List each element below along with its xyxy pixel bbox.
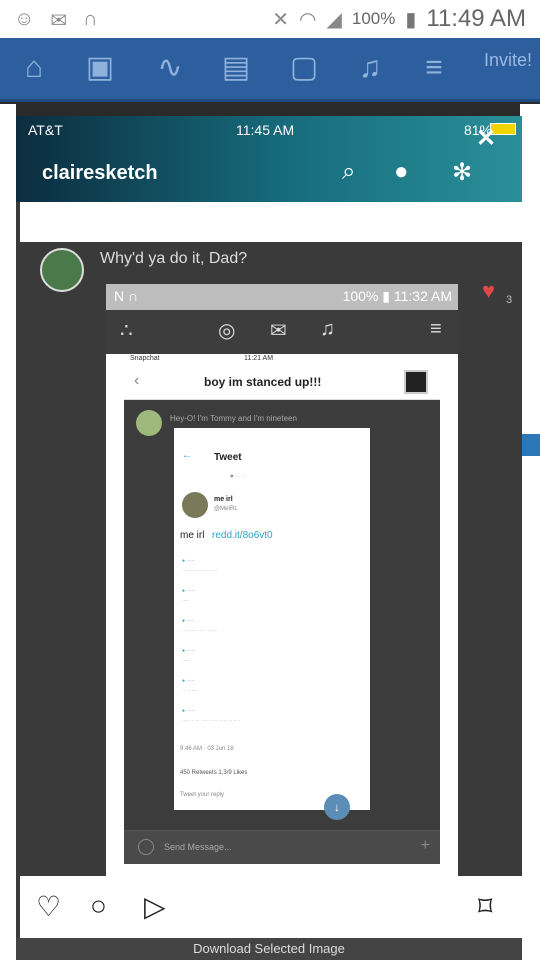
share-icon: ∴ (120, 320, 133, 342)
snapchat-screenshot: Snapchat 11:21 AM ‹ boy im stanced up!!!… (124, 354, 440, 864)
heart-icon: ♥ (482, 278, 496, 303)
battery-percent: 100% (351, 9, 396, 28)
download-selected-button[interactable]: Download Selected Image (16, 938, 522, 960)
status-bar: ☺ ✉ ∩ ✕ ◠ ◢ 100% ▮ 11:49 AM (0, 0, 540, 38)
post-action-bar: ♡ ○ ▷ ⌑ (20, 876, 522, 938)
app-nav-bar: ⌂ ▣ ∿ ▤ ▢ ♫ ≡ Invite! (0, 38, 540, 102)
bookmark-icon[interactable]: ⌑ (478, 890, 492, 923)
nested-battery: 100% (342, 288, 379, 304)
reply-line: ● ····· (182, 588, 195, 594)
reply-line: ● ····· (182, 678, 195, 684)
palette-icon: ● (394, 158, 409, 185)
emoji-icon (138, 839, 154, 855)
send-message-field: Send Message... (164, 842, 232, 852)
battery-icon: ▮ (405, 8, 417, 31)
share-icon[interactable]: ▷ (144, 890, 166, 923)
reply-field: Tweet your reply (180, 792, 225, 798)
popup-clock: 11:45 AM (236, 122, 295, 138)
tweet-timestamp: 9:46 AM · 03 Jun 18 (180, 746, 234, 752)
clock: 11:49 AM (426, 5, 526, 32)
notification-icon: ☺ (14, 8, 35, 30)
tweet-header: Tweet (214, 452, 242, 463)
close-icon[interactable]: ✕ (476, 124, 496, 153)
previous-post-strip (20, 202, 522, 242)
mail-icon: ✉ (50, 10, 68, 32)
avatar (404, 370, 428, 394)
mail-icon: ✉ (270, 320, 287, 342)
menu-icon: ≡ (430, 318, 442, 340)
search-icon: ⌕ (342, 158, 356, 185)
nested-screenshot: N ∩ 100% ▮ 11:32 AM ∴ ◎ ✉ ♫ ≡ Snapchat 1… (106, 284, 458, 876)
back-icon: ‹ (134, 372, 140, 389)
tweet-handle: @MeIRL (214, 506, 238, 512)
headset-icon: ∩ (83, 8, 98, 30)
reply-text: ···· ·· ··· ···· ····· ····· ·· ···· (182, 718, 241, 724)
reply-text: ···· (182, 598, 189, 604)
bell-icon: ♫ (320, 318, 335, 340)
chat-message: Hey-O! I'm Tommy and I'm nineteen (170, 414, 297, 423)
snapchat-status-bar: Snapchat 11:21 AM (124, 354, 440, 366)
reply-text: ····· (182, 658, 191, 664)
calendar-icon[interactable]: ▣ (80, 48, 120, 88)
username: clairesketch (42, 162, 158, 184)
wifi-icon: ◠ (299, 8, 317, 31)
news-icon[interactable]: ▤ (216, 48, 256, 88)
nested-nav-bar: ∴ ◎ ✉ ♫ ≡ (106, 310, 458, 354)
reply-text: ···· ····· ··· ·· ···· (182, 568, 218, 574)
chat-body: Hey-O! I'm Tommy and I'm nineteen ← Twee… (124, 400, 440, 864)
chat-title: boy im stanced up!!! (204, 375, 322, 389)
heart-icon[interactable]: ♡ (36, 890, 61, 923)
background-article-strip (520, 104, 540, 960)
reply-line: ● ····· (182, 618, 195, 624)
instagram-header: AT&T 11:45 AM 81% clairesketch ⌕ ● ✻ (16, 116, 522, 202)
activity-icon[interactable]: ∿ (150, 48, 190, 88)
avatar (136, 410, 162, 436)
plus-icon: + (420, 837, 430, 854)
tweet-text: me irl (180, 530, 205, 541)
tweet-stats: 450 Retweets 1,3/9 Likes (180, 770, 248, 776)
mute-icon: ✕ (272, 8, 290, 31)
chat-header: ‹ boy im stanced up!!! (124, 366, 440, 400)
comment-icon[interactable]: ○ (90, 890, 107, 922)
download-icon: ↓ (324, 794, 350, 820)
nested-status-bar: N ∩ 100% ▮ 11:32 AM (106, 284, 458, 310)
reply-text: ···· ····· ···· ·· ··· (182, 628, 218, 634)
gear-icon: ✻ (452, 159, 473, 186)
background-left-strip (0, 104, 16, 960)
tweet-card: ← Tweet ♥ · · · me irl @MeIRL me irl red… (174, 428, 370, 810)
signal-icon: ◢ (326, 8, 342, 31)
like-count: 3 (506, 294, 513, 306)
image-popup: AT&T 11:45 AM 81% clairesketch ⌕ ● ✻ ✕ W… (16, 116, 522, 960)
reply-line: ● ····· (182, 648, 195, 654)
comment-text: Why'd ya do it, Dad? (100, 250, 248, 267)
reply-line: ● ····· (182, 558, 195, 564)
chat-icon[interactable]: ▢ (284, 48, 324, 88)
menu-icon[interactable]: ≡ (414, 48, 454, 88)
tweet-name: me irl (214, 496, 233, 503)
liked-by: ♥ · · · (230, 474, 245, 480)
tweet-link: redd.it/8o6vt0 (212, 530, 273, 541)
reply-line: ● ····· (182, 708, 195, 714)
avatar (40, 248, 84, 292)
carrier-label: AT&T (28, 122, 63, 138)
bell-icon[interactable]: ♫ (350, 48, 390, 88)
reply-text: ·· ·· ···· (182, 688, 199, 694)
home-icon[interactable]: ⌂ (14, 48, 54, 88)
profile-icon: ◎ (218, 320, 236, 342)
nested-clock: 11:32 AM (393, 288, 452, 304)
invite-button[interactable]: Invite! (484, 50, 532, 71)
avatar (182, 492, 208, 518)
back-icon: ← (182, 450, 192, 461)
nested-status-icons: N ∩ (114, 288, 139, 304)
send-message-bar: Send Message... + (124, 830, 440, 864)
